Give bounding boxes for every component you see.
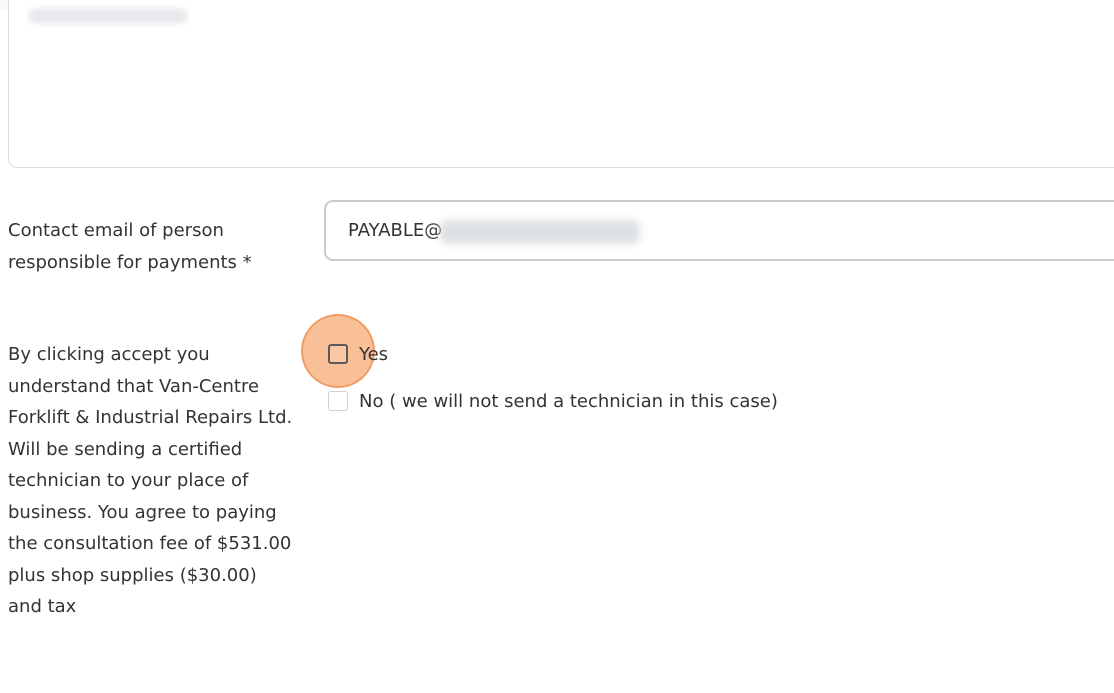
redacted-email	[440, 220, 640, 244]
contact-email-label: Contact email of person responsible for …	[8, 220, 252, 273]
yes-checkbox[interactable]	[328, 344, 348, 364]
accept-terms-label: By clicking accept you understand that V…	[8, 344, 293, 617]
accept-option-yes[interactable]: Yes	[328, 342, 388, 366]
comments-textarea[interactable]	[8, 0, 1114, 168]
accept-option-no[interactable]: No ( we will not send a technician in th…	[328, 389, 778, 413]
yes-option-label: Yes	[359, 343, 389, 365]
form-page: Contact email of person responsible for …	[0, 0, 1114, 693]
redacted-text	[28, 8, 188, 24]
no-option-label: No ( we will not send a technician in th…	[359, 390, 778, 412]
no-checkbox[interactable]	[328, 391, 348, 411]
